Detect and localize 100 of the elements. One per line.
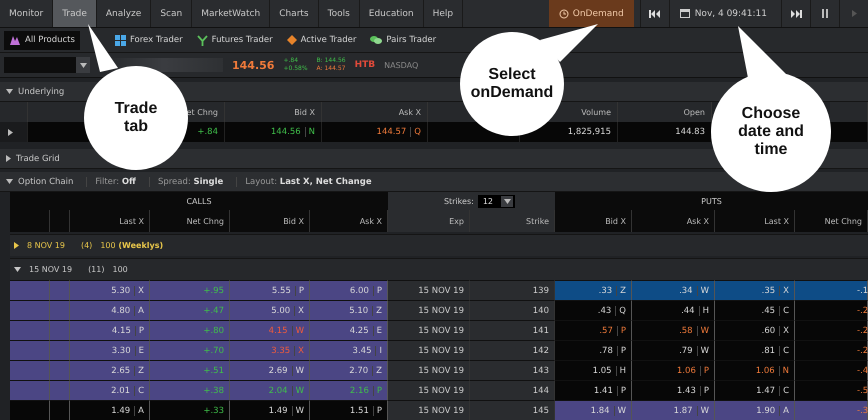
value-text: 1.06 [676,366,696,376]
value-text: 4.15 [112,326,131,336]
exchange-text: X [294,306,304,316]
exchange-text: Z [616,286,626,296]
collapse-arrow-icon[interactable] [6,179,13,184]
value-text: 1.41 [594,386,613,396]
value-text: .58 [679,326,693,336]
menu-tab[interactable]: Analyze [96,0,152,27]
exchange-text: P [372,286,382,296]
exchange-text: Z [372,306,382,316]
product-tab[interactable]: Futures Trader [192,30,278,50]
value-text: 1.47 [756,386,776,396]
clock-icon [558,8,569,18]
exchange-text: C [779,386,789,396]
exchange-text: W [292,326,304,336]
column-header: Ask X [632,210,715,232]
expand-arrow-icon[interactable] [6,155,11,162]
value-text: 1.43 [676,386,696,396]
value-text: -.4 [857,366,868,376]
value-text: +.84 [197,127,218,137]
exchange-text: W [696,406,709,416]
section-title: Underlying [18,86,64,96]
value-text: -.2 [857,326,868,336]
value-text: -.2 [857,346,868,356]
value-text: +.70 [203,346,224,356]
dropdown-button[interactable] [76,57,90,73]
strike-text: 144 [532,386,549,396]
menu-tab[interactable]: Help [424,0,464,27]
column-header: Open [618,102,712,122]
callout-text: Trade tab [114,100,158,136]
value-text: .57 [599,326,613,336]
menu-tab[interactable]: Scan [151,0,192,27]
value-text: 3.30 [112,346,131,356]
value-text: 144.83 [675,127,705,137]
chain-setting[interactable]: Spread: Single [148,176,232,186]
strikes-select[interactable]: 12 [478,194,515,208]
exchange-text: A [134,406,144,416]
value-text: .81 [762,346,776,356]
value-text: -.5 [857,386,868,396]
value-text: .79 [679,346,693,356]
skip-back-icon[interactable] [649,10,660,18]
option-count: (4) [80,241,92,250]
value-text: 5.00 [271,306,290,316]
expiration-row[interactable]: 15 NOV 19 (11) 100 [10,258,868,280]
exchange-text: X [294,346,304,356]
header-cell [50,210,70,232]
collapse-arrow-icon[interactable] [14,267,21,272]
expiration-text: 15 NOV 19 [418,406,464,416]
menu-tab[interactable]: Trade [53,0,97,27]
value-text: 1.49 [268,406,288,416]
value-text: 2.65 [111,366,130,376]
caret-icon [80,62,86,68]
strike-text: 142 [532,346,549,356]
column-header: Last X [715,210,795,232]
menu-tab[interactable]: Tools [318,0,360,27]
exchange-text: W [696,326,709,336]
exchange-text: X [779,286,789,296]
product-tab[interactable]: Pairs Trader [365,31,442,49]
skip-forward-icon[interactable] [790,10,802,18]
symbol-field[interactable] [4,57,76,73]
pause-icon[interactable] [822,9,828,18]
value-text: 4.15 [268,326,288,336]
exchange-text: P [372,386,382,396]
exchange-text: N [304,127,315,137]
expand-arrow-icon[interactable] [8,128,13,136]
product-tab[interactable]: All Products [4,30,80,50]
product-tab[interactable]: Forex Trader [110,30,188,50]
menu-tab[interactable]: Education [360,0,424,27]
exchange-text: A [779,406,789,416]
menu-tab[interactable]: Charts [270,0,319,27]
chain-setting[interactable]: Layout: Last X, Net Change [236,176,380,186]
value-text: 3.45 [352,346,372,356]
value-text: +.51 [203,366,224,376]
exchange-text: E [372,326,382,336]
chain-setting[interactable]: Filter: Off [86,176,144,186]
menu-tab[interactable]: MarketWatch [192,0,270,27]
value-text: 1.51 [350,406,369,416]
exchange-text: Q [615,306,626,316]
exchange-text: P [700,366,709,376]
value-text: +.33 [203,406,224,416]
value-text: .43 [598,306,612,316]
value-text: 5.55 [272,286,291,296]
expand-arrow-icon[interactable] [14,242,19,249]
header-cell [10,210,50,232]
exchange-text: E [134,346,144,356]
fork-icon [196,34,208,46]
exchange-text: C [779,346,789,356]
expiration-row[interactable]: 8 NOV 19 (4) 100 (Weeklys) [10,234,868,256]
value-text: -.1 [857,286,868,296]
value-text: 6.00 [350,286,369,296]
product-tab[interactable]: Active Trader [282,31,362,49]
multiplier-text: 100 [112,265,128,274]
ondemand-button[interactable]: OnDemand [548,0,634,27]
collapse-arrow-icon[interactable] [6,89,13,94]
date-time-button[interactable]: Nov, 4 09:41:11 [668,0,781,27]
value-text: +.38 [203,386,224,396]
exchange-text: C [779,306,789,316]
column-header: Bid X [555,210,632,232]
value-text: 2.04 [268,386,288,396]
value-text: 144.57 [376,127,406,137]
